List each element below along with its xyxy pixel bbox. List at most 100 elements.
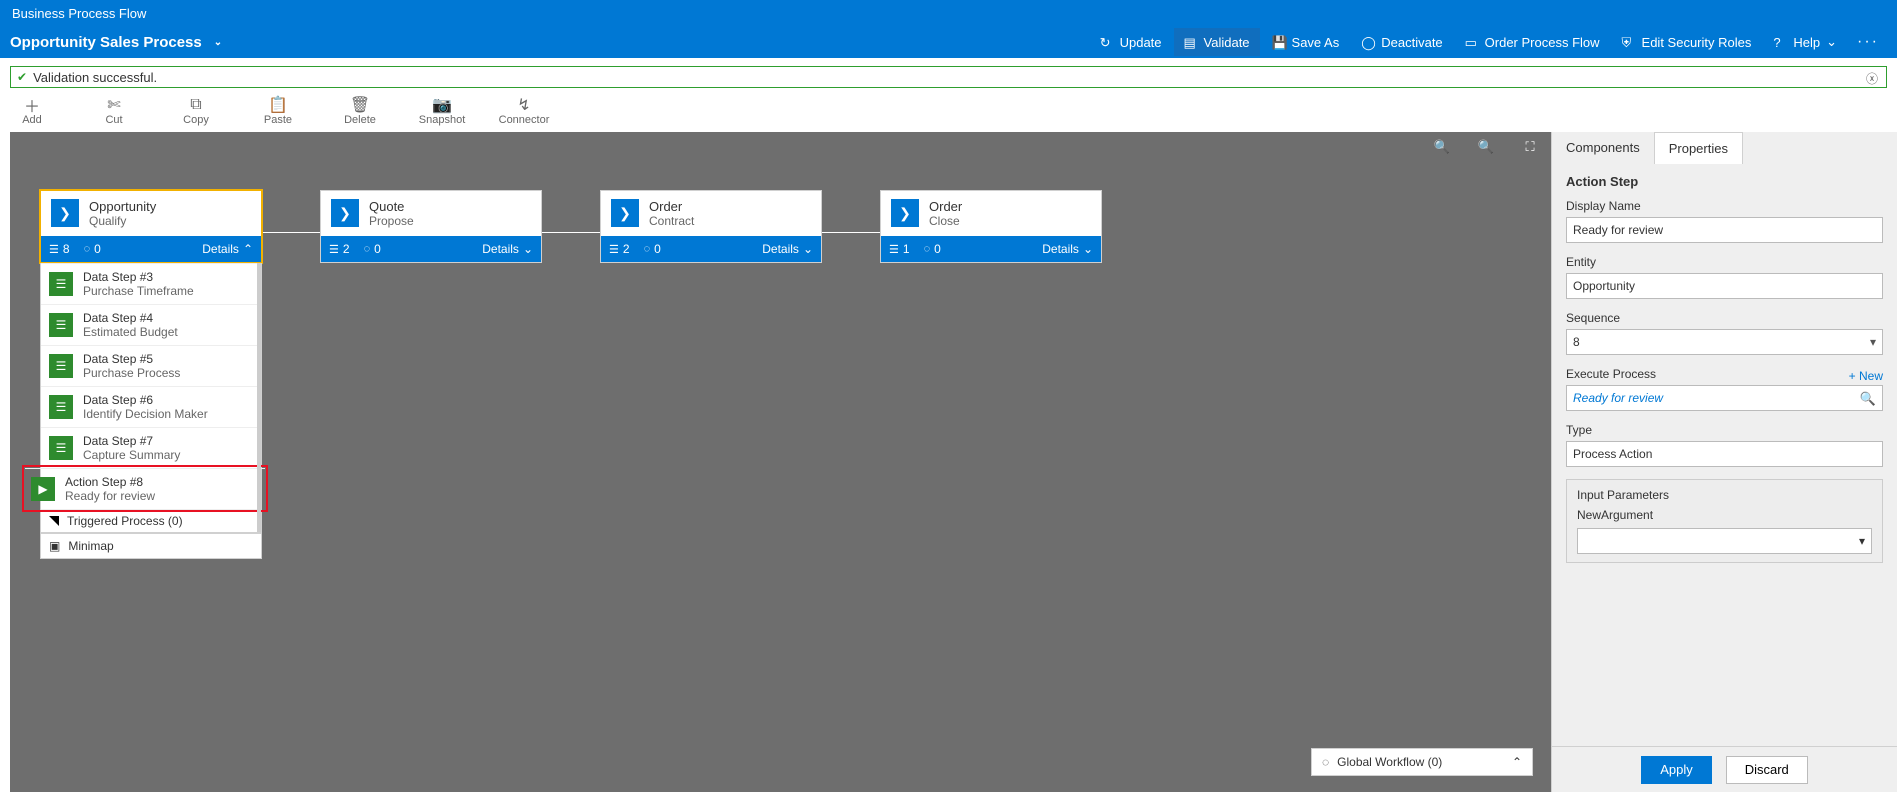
action-step-item[interactable]: ▶ Action Step #8 Ready for review [25,468,265,509]
discard-button[interactable]: Discard [1726,756,1808,784]
security-button[interactable]: ⛨ Edit Security Roles [1612,28,1762,56]
execute-input[interactable] [1573,386,1846,410]
help-button[interactable]: ? Help ⌄ [1763,28,1847,56]
stage-card[interactable]: ❯ Order Close ☰ 1 ◌ 0 Details⌄ [880,190,1102,263]
search-icon[interactable]: 🔍 [1860,391,1876,407]
refresh-icon: ↻ [1100,35,1114,49]
details-toggle[interactable]: Details⌄ [482,242,533,256]
delete-button[interactable]: 🗑Delete [338,96,382,126]
cut-button[interactable]: ✄Cut [92,96,136,126]
add-button[interactable]: ＋Add [10,96,54,126]
details-toggle[interactable]: Details⌄ [1042,242,1093,256]
stage-card[interactable]: ❯ Opportunity Qualify ☰ 8 ◌ 0 Details⌃ [40,190,262,263]
stage-title: Opportunity [89,199,156,214]
list-icon: ☰ [49,313,73,337]
help-label: Help [1793,35,1820,50]
breadcrumb-bar: Business Process Flow [0,0,1897,26]
details-toggle[interactable]: Details⌃ [202,242,253,256]
input-parameters-group: Input Parameters NewArgument ▾ [1566,479,1883,563]
connector-button[interactable]: ↯Connector [502,96,546,126]
zoom-in-icon[interactable]: 🔍 [1477,138,1495,156]
validate-button[interactable]: ▤ Validate [1174,28,1260,56]
data-step-item[interactable]: ☰ Data Step #5 Purchase Process [41,345,261,386]
update-button[interactable]: ↻ Update [1090,28,1172,56]
entity-label: Entity [1566,255,1883,269]
apply-button[interactable]: Apply [1641,756,1712,784]
loops-icon: ◌ [364,243,371,255]
step-name: Identify Decision Maker [83,407,208,421]
properties-panel: Components Properties Action Step Displa… [1551,132,1897,792]
steps-icon: ☰ [49,243,59,256]
step-name: Estimated Budget [83,325,178,339]
section-title: Action Step [1566,174,1883,189]
paste-button[interactable]: 📋Paste [256,96,300,126]
triangle-icon [49,516,59,526]
stage-subtitle: Contract [649,214,694,228]
more-button[interactable]: ··· [1849,33,1887,51]
data-step-item[interactable]: ☰ Data Step #3 Purchase Timeframe [41,263,261,304]
step-name: Capture Summary [83,448,180,462]
data-step-item[interactable]: ☰ Data Step #7 Capture Summary [41,427,261,468]
data-step-item[interactable]: ☰ Data Step #4 Estimated Budget [41,304,261,345]
fit-icon[interactable]: ⛶ [1521,138,1539,156]
page-title-group[interactable]: Opportunity Sales Process ⌄ [10,34,222,51]
displayname-input[interactable]: Ready for review [1566,217,1883,243]
step-name: Ready for review [65,489,155,503]
sequence-label: Sequence [1566,311,1883,325]
entity-input[interactable]: Opportunity [1566,273,1883,299]
input-arg-select[interactable]: ▾ [1577,528,1872,554]
stage-subtitle: Close [929,214,962,228]
copy-button[interactable]: ⧉Copy [174,96,218,126]
execute-lookup[interactable]: 🔍 [1566,385,1883,411]
deactivate-button[interactable]: ◯ Deactivate [1351,28,1452,56]
minimap-toggle[interactable]: ▣ Minimap [40,533,262,559]
orderflow-button[interactable]: ▭ Order Process Flow [1455,28,1610,56]
tab-components[interactable]: Components [1552,132,1654,164]
steps-icon: ☰ [609,243,619,256]
list-icon: ☰ [49,354,73,378]
designer-canvas[interactable]: 🔍 🔍 ⛶ ❯ Opportunity Qualify ☰ 8 ◌ 0 Deta… [10,132,1551,792]
chevron-down-icon: ⌄ [214,37,222,48]
sequence-select[interactable]: 8 [1566,329,1883,355]
stage-title: Order [929,199,962,214]
new-process-link[interactable]: + New [1849,369,1883,383]
details-toggle[interactable]: Details⌄ [762,242,813,256]
help-icon: ? [1773,35,1787,49]
data-step-item[interactable]: ☰ Data Step #6 Identify Decision Maker [41,386,261,427]
type-label: Type [1566,423,1883,437]
scrollbar[interactable] [257,263,261,532]
chevron-icon: ⌄ [1083,242,1093,256]
page-title: Opportunity Sales Process [10,34,202,51]
stage-card[interactable]: ❯ Order Contract ☰ 2 ◌ 0 Details⌄ [600,190,822,263]
stage-card[interactable]: ❯ Quote Propose ☰ 2 ◌ 0 Details⌄ [320,190,542,263]
step-number: Data Step #5 [83,352,180,366]
loops-icon: ◌ [84,243,91,255]
close-icon[interactable]: ⓧ [1866,70,1878,87]
step-number: Data Step #4 [83,311,178,325]
stage-subtitle: Propose [369,214,414,228]
chevron-icon: ⌄ [523,242,533,256]
stage-title: Quote [369,199,414,214]
zoom-out-icon[interactable]: 🔍 [1433,138,1451,156]
tab-properties[interactable]: Properties [1654,132,1743,164]
security-label: Edit Security Roles [1642,35,1752,50]
chevron-down-icon: ⌄ [1826,34,1837,50]
snapshot-button[interactable]: 📷Snapshot [420,96,464,126]
list-icon: ☰ [49,272,73,296]
input-arg-label: NewArgument [1577,508,1872,522]
stage-icon: ❯ [51,199,79,227]
loops-icon: ◌ [924,243,931,255]
workflow-icon: ◌ [1322,755,1329,769]
command-bar: Opportunity Sales Process ⌄ ↻ Update ▤ V… [0,26,1897,58]
step-list: ☰ Data Step #3 Purchase Timeframe ☰ Data… [40,263,262,533]
stage-subtitle: Qualify [89,214,156,228]
triggered-process[interactable]: Triggered Process (0) [41,509,261,532]
global-workflow-bar[interactable]: ◌ Global Workflow (0) ⌃ [1311,748,1533,776]
global-workflow-label: Global Workflow (0) [1337,755,1442,769]
steps-icon: ☰ [329,243,339,256]
saveas-button[interactable]: 💾 Save As [1262,28,1350,56]
step-number: Action Step #8 [65,475,155,489]
step-name: Purchase Timeframe [83,284,194,298]
type-input[interactable]: Process Action [1566,441,1883,467]
deactivate-icon: ◯ [1361,35,1375,49]
